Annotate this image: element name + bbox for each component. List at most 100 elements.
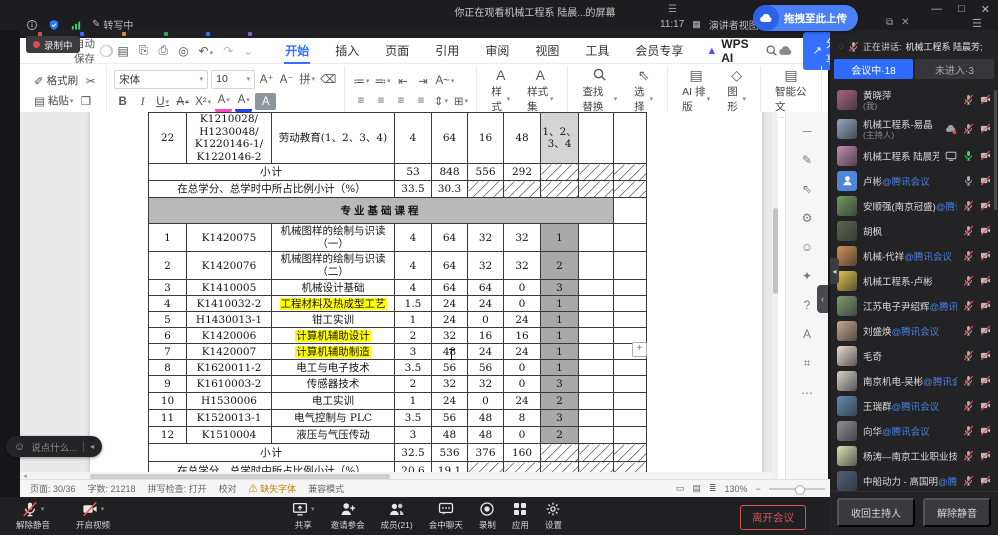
preview-icon[interactable]: ◎ (178, 44, 188, 58)
participant-row[interactable]: 黄晓萍(我) (830, 85, 998, 114)
reclaim-host-button[interactable]: 收回主持人 (837, 498, 915, 527)
document-vertical-scrollbar[interactable] (772, 112, 778, 480)
mic-muted-icon[interactable] (963, 425, 974, 436)
chat-button[interactable]: 会中聊天 (429, 501, 463, 531)
participant-row[interactable]: 杨涛—南京工业职业技...@腾讯... (830, 443, 998, 468)
view-outline-icon[interactable]: ▤ (692, 483, 701, 494)
font-color-button[interactable]: A▾ (235, 92, 252, 112)
mic-muted-icon[interactable] (963, 300, 974, 311)
participant-platform-link[interactable]: @腾讯会议 (892, 402, 940, 413)
borders-button[interactable]: ⊞▾ (452, 92, 469, 109)
tab-wps-ai[interactable]: ▲ WPS AI (696, 34, 758, 68)
participant-row[interactable]: 机械工程系 陆晨芳 (830, 143, 998, 168)
ai-layout-button[interactable]: ▤AI 排版▾ (675, 68, 717, 114)
camera-off-icon[interactable] (980, 350, 991, 361)
side-tool-icon[interactable]: ─ (803, 124, 812, 138)
align-left-button[interactable]: ≡ (352, 92, 369, 109)
side-tool-icon[interactable]: ⇖ (802, 182, 812, 196)
participant-row[interactable]: 卢彬@腾讯会议 (830, 168, 998, 193)
camera-off-icon[interactable] (980, 200, 991, 211)
mic-icon[interactable] (963, 175, 974, 186)
mic-muted-icon[interactable] (963, 275, 974, 286)
print-icon[interactable]: ⎙ (158, 43, 168, 58)
participant-row[interactable]: 王瑞群@腾讯会议 (830, 393, 998, 418)
save-icon[interactable]: ▤ (118, 44, 129, 58)
tab-插入[interactable]: 插入 (322, 39, 372, 62)
participant-platform-link[interactable]: @腾讯会议 (923, 377, 957, 388)
tab-工具[interactable]: 工具 (572, 39, 622, 62)
font-name-select[interactable]: 宋体▾ (114, 70, 208, 89)
mic-muted-icon[interactable] (963, 350, 974, 361)
participant-platform-link[interactable]: @腾讯会议 (882, 177, 930, 188)
camera-off-icon[interactable] (980, 400, 991, 411)
participant-platform-link[interactable]: @腾讯会议 (882, 427, 930, 438)
character-shading-button[interactable]: A (255, 93, 276, 110)
bullet-list-button[interactable]: ≔▾ (352, 72, 370, 89)
select-tool-button[interactable]: ⇖选择▾ (627, 68, 660, 114)
participant-row[interactable]: 中船动力 - 高国明@腾讯会议 (830, 468, 998, 491)
font-size-select[interactable]: 10▾ (211, 70, 255, 89)
watching-menu-icon[interactable]: ☰ (668, 4, 677, 15)
italic-button[interactable]: I (134, 93, 151, 110)
participant-row[interactable]: 刘盛焕@腾讯会议 (830, 318, 998, 343)
tab-开始[interactable]: 开始 (272, 39, 322, 62)
missing-font-warning[interactable]: ⚠ 缺失字体 (249, 482, 297, 495)
panel-close-icon[interactable]: ✕ (901, 17, 909, 28)
document-page[interactable]: 22K1210028/H1230048/K1220146-1/K1220146-… (90, 112, 762, 480)
camera-off-icon[interactable] (980, 94, 991, 105)
minimize-button[interactable]: — (931, 3, 942, 16)
sidebar-scrollbar[interactable] (994, 90, 997, 210)
zoom-slider[interactable] (769, 488, 825, 490)
export-icon[interactable]: ⎘ (139, 43, 149, 58)
sidebar-menu-icon[interactable]: ☰ (972, 17, 982, 30)
camera-off-icon[interactable] (980, 475, 991, 486)
camera-off-icon[interactable] (980, 150, 991, 161)
view-mode-select[interactable]: 演讲者视图 (709, 17, 759, 32)
settings-button[interactable]: 设置 (545, 501, 562, 531)
mic-muted-icon[interactable] (963, 400, 974, 411)
participant-row[interactable]: 安顺强(南京冠盛)@腾讯会议 (830, 193, 998, 218)
emoji-icon[interactable]: ☺ (14, 441, 25, 453)
shapes-button[interactable]: ◇图形▾ (720, 68, 753, 114)
participant-row[interactable]: 向华@腾讯会议 (830, 418, 998, 443)
search-icon[interactable] (765, 44, 778, 57)
camera-off-icon[interactable] (980, 425, 991, 436)
panel-collapse-icon[interactable]: ‹ (817, 285, 828, 313)
quick-chat-pill[interactable]: ☺ 说点什么... ◂ (6, 436, 102, 457)
clear-formatting-button[interactable]: ⌫ (319, 71, 337, 88)
unmute-all-button[interactable]: 解除静音 (923, 498, 991, 527)
side-tool-icon[interactable]: A (803, 327, 811, 341)
undo-icon[interactable]: ↶▾ (199, 44, 214, 58)
smart-doc-button[interactable]: ▤智能公文 (768, 68, 814, 114)
invite-button[interactable]: 邀请参会 (331, 501, 365, 531)
collapse-left-icon[interactable]: ◂ (90, 442, 94, 451)
participant-row[interactable]: 南京机电-吴彬@腾讯会议 (830, 368, 998, 393)
underline-button[interactable]: U▾ (154, 93, 171, 110)
mic-muted-icon[interactable] (963, 123, 974, 134)
participant-row[interactable]: 机械工程系-卢彬 (830, 268, 998, 293)
cut-button[interactable]: ✂ (82, 72, 99, 89)
tab-审阅[interactable]: 审阅 (472, 39, 522, 62)
participant-row[interactable]: 江苏电子尹绍辉@腾讯会议 (830, 293, 998, 318)
mic-muted-icon[interactable] (963, 250, 974, 261)
zoom-out-button[interactable]: − (755, 484, 760, 494)
phonetic-guide-button[interactable]: 拼▾ (298, 71, 316, 88)
cloud-upload-icon[interactable] (778, 43, 793, 58)
side-tool-icon[interactable]: ⚙ (802, 211, 813, 225)
leave-meeting-button[interactable]: 离开会议 (740, 505, 806, 530)
tab-in-meeting[interactable]: 会议中·18 (834, 59, 913, 79)
table-insert-plus-button[interactable]: + (632, 342, 647, 357)
side-tool-icon[interactable]: ✦ (802, 269, 812, 283)
participant-platform-link[interactable]: @腾讯会议 (904, 252, 952, 263)
copy-button[interactable]: ❐ (77, 92, 94, 109)
increase-font-button[interactable]: A⁺ (258, 71, 275, 88)
camera-off-icon[interactable] (980, 175, 991, 186)
members-button[interactable]: 成员(21) (381, 501, 413, 531)
tab-引用[interactable]: 引用 (422, 39, 472, 62)
numbered-list-button[interactable]: ≕▾ (373, 72, 391, 89)
participant-platform-link[interactable]: @腾讯会议 (936, 202, 957, 213)
tab-页面[interactable]: 页面 (372, 39, 422, 62)
mic-muted-icon[interactable] (963, 94, 974, 105)
autosave-toggle[interactable]: 自动保存 (74, 36, 113, 66)
share-screen-button[interactable]: ▾共享 (292, 501, 315, 531)
